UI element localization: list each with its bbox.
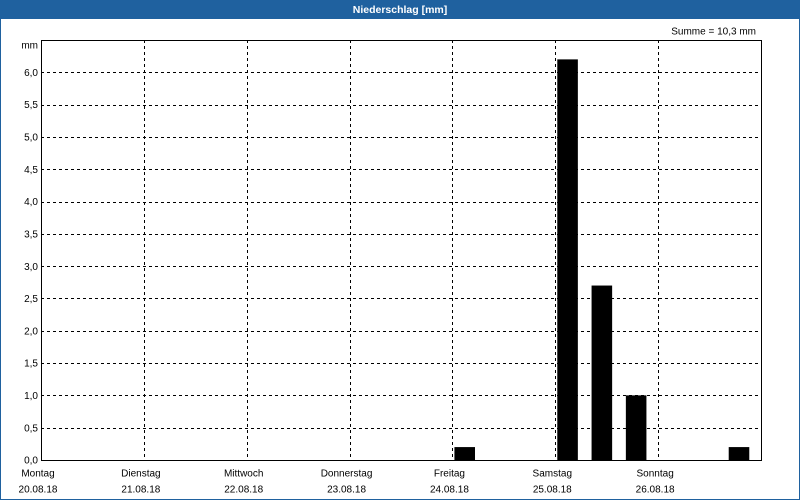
x-tick-date-label: 26.08.18 bbox=[636, 485, 675, 496]
y-tick-label: 0,5 bbox=[24, 423, 38, 434]
x-tick-date-label: 23.08.18 bbox=[327, 485, 366, 496]
y-axis-unit-label: mm bbox=[21, 41, 38, 52]
y-tick-label: 3,5 bbox=[24, 229, 38, 240]
y-tick-label: 4,0 bbox=[24, 197, 38, 208]
y-tick-label: 0,0 bbox=[24, 456, 38, 467]
y-tick-label: 1,5 bbox=[24, 359, 38, 370]
x-tick-day-label: Montag bbox=[21, 469, 54, 480]
y-tick-label: 2,5 bbox=[24, 294, 38, 305]
y-tick-label: 2,0 bbox=[24, 326, 38, 337]
chart-title: Niederschlag [mm] bbox=[352, 4, 448, 16]
x-tick-date-label: 22.08.18 bbox=[224, 485, 263, 496]
y-tick-label: 1,0 bbox=[24, 391, 38, 402]
y-tick-label: 3,0 bbox=[24, 262, 38, 273]
x-tick-day-label: Sonntag bbox=[637, 469, 674, 480]
x-tick-day-label: Donnerstag bbox=[321, 469, 373, 480]
y-tick-label: 6,0 bbox=[24, 68, 38, 79]
x-tick-date-label: 24.08.18 bbox=[430, 485, 469, 496]
precipitation-sum-label: Summe = 10,3 mm bbox=[671, 27, 756, 38]
x-tick-day-label: Dienstag bbox=[121, 469, 160, 480]
precipitation-bar bbox=[454, 447, 475, 460]
precipitation-bar bbox=[557, 59, 578, 460]
x-tick-date-label: 21.08.18 bbox=[121, 485, 160, 496]
precipitation-bar bbox=[591, 285, 613, 460]
y-tick-label: 4,5 bbox=[24, 165, 38, 176]
precipitation-chart: mm Summe = 10,3 mm 0,0 0,5 1,0 1,5 2,0 2,5 3,0… bbox=[19, 27, 762, 496]
x-tick-date-label: 25.08.18 bbox=[533, 485, 572, 496]
x-tick-date-label: 20.08.18 bbox=[19, 485, 58, 496]
x-tick-day-label: Samstag bbox=[533, 469, 572, 480]
y-tick-label: 5,0 bbox=[24, 133, 38, 144]
chart-title-bar: Niederschlag [mm] bbox=[0, 0, 800, 19]
precipitation-bar bbox=[728, 447, 750, 460]
x-tick-day-label: Freitag bbox=[434, 469, 465, 480]
x-tick-day-label: Mittwoch bbox=[224, 469, 263, 480]
chart-panel: mm Summe = 10,3 mm 0,0 0,5 1,0 1,5 2,0 2,5 3,0… bbox=[0, 0, 800, 500]
precipitation-bar bbox=[625, 395, 647, 460]
plot-background bbox=[41, 40, 761, 460]
y-tick-label: 5,5 bbox=[24, 100, 38, 111]
